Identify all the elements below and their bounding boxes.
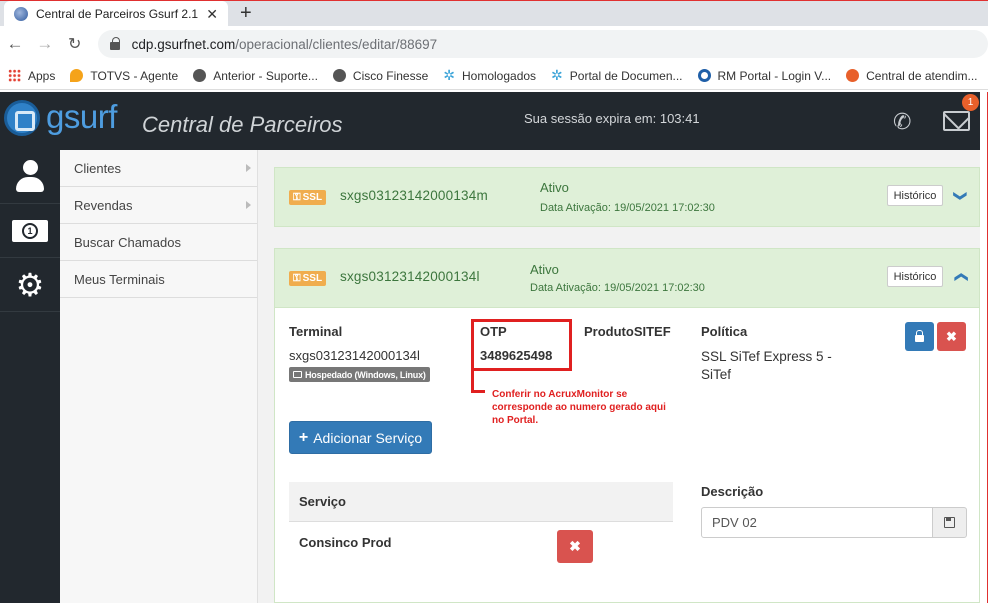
save-description-button[interactable] <box>932 507 967 538</box>
bookmark-cisco-finesse[interactable]: Cisco Finesse <box>332 69 428 83</box>
sidebar-settings-button[interactable]: ⚙ <box>0 258 60 312</box>
notification-badge: 1 <box>962 94 979 111</box>
totvs-icon <box>70 69 84 82</box>
monitor-icon <box>293 371 302 378</box>
caret-right-icon <box>246 164 251 172</box>
bookmark-anterior-suporte[interactable]: Anterior - Suporte... <box>193 69 318 83</box>
terminal-label: Terminal <box>289 324 343 339</box>
add-service-button[interactable]: + Adicionar Serviço <box>289 421 432 454</box>
sparkle-icon: ✲ <box>551 67 563 83</box>
terminal-name: sxgs03123142000134m <box>340 188 488 203</box>
reload-icon[interactable]: ↻ <box>64 34 86 54</box>
chevron-up-icon[interactable]: ❯ <box>952 272 968 283</box>
plus-icon: + <box>298 428 309 446</box>
annotation-highlight-box <box>471 319 572 371</box>
user-icon <box>15 159 45 194</box>
politica-label: Política <box>701 324 748 339</box>
delete-terminal-button[interactable]: ✖ <box>937 322 966 351</box>
back-arrow-icon[interactable]: ← <box>4 34 26 54</box>
app-header: gsurf Central de Parceiros Sua sessão ex… <box>0 92 980 150</box>
key-icon: ⚿ <box>293 192 301 203</box>
browser-toolbar: ← → ↻ cdp.gsurfnet.com/operacional/clien… <box>0 26 988 62</box>
phone-icon[interactable]: ✆ <box>893 109 911 135</box>
bookmark-totvs[interactable]: TOTVS - Agente <box>70 69 178 83</box>
bookmark-rm-portal[interactable]: RM Portal - Login V... <box>697 69 831 83</box>
new-tab-button[interactable]: + <box>240 2 252 25</box>
forward-arrow-icon[interactable]: → <box>34 34 56 54</box>
terminal-panel-header[interactable]: ⚿ SSL sxgs03123142000134m Ativo Data Ativ… <box>274 167 980 227</box>
description-input[interactable] <box>701 507 933 538</box>
address-bar[interactable]: cdp.gsurfnet.com/operacional/clientes/ed… <box>97 30 988 58</box>
terminal-value: sxgs03123142000134l <box>289 348 420 363</box>
tab-close-icon[interactable]: ✕ <box>206 6 218 23</box>
sparkle-icon: ✲ <box>443 67 455 83</box>
rm-icon <box>697 69 711 82</box>
icon-sidebar: 1 ⚙ <box>0 150 60 603</box>
services-table: Serviço Consinco Prod ✖ <box>289 482 673 563</box>
bookmark-apps[interactable]: Apps <box>8 69 55 83</box>
ssl-badge: ⚿ SSL <box>289 271 327 286</box>
gsurf-logo-icon <box>4 100 40 136</box>
bookmarks-bar: Apps TOTVS - Agente Anterior - Suporte..… <box>0 62 988 90</box>
bookmark-central-atendimento[interactable]: Central de atendim... <box>846 69 978 83</box>
url-host: cdp.gsurfnet.com <box>131 36 236 52</box>
delete-service-button[interactable]: ✖ <box>557 530 593 563</box>
chevron-down-icon[interactable]: ❯ <box>952 191 968 202</box>
terminal-panel-header[interactable]: ⚿ SSL sxgs03123142000134l Ativo Data Ativ… <box>274 248 980 308</box>
key-icon: ⚿ <box>293 273 301 284</box>
submenu-item-meus-terminais[interactable]: Meus Terminais <box>60 261 257 298</box>
bookmark-homologados[interactable]: ✲ Homologados <box>443 67 536 84</box>
description-label: Descrição <box>701 484 764 499</box>
lock-button[interactable] <box>905 322 934 351</box>
logo-text: gsurf <box>46 98 117 135</box>
globe-icon <box>193 69 207 82</box>
browser-tab[interactable]: Central de Parceiros Gsurf 2.1 ✕ <box>4 1 228 27</box>
submenu: Clientes Revendas Buscar Chamados Meus T… <box>60 150 258 603</box>
caret-right-icon <box>246 201 251 209</box>
session-timer: Sua sessão expira em: 103:41 <box>524 111 700 126</box>
produto-sitef-label: ProdutoSITEF <box>584 324 671 339</box>
hosted-badge: Hospedado (Windows, Linux) <box>289 367 430 382</box>
submenu-item-clientes[interactable]: Clientes <box>60 150 257 187</box>
apps-grid-icon <box>8 69 21 82</box>
sidebar-finance-button[interactable]: 1 <box>0 204 60 258</box>
sidebar-user-button[interactable] <box>0 150 60 204</box>
lock-icon <box>109 37 120 50</box>
window-frame <box>980 92 988 603</box>
globe-icon <box>332 69 346 82</box>
lock-icon <box>915 329 924 342</box>
terminal-name: sxgs03123142000134l <box>340 269 480 284</box>
activation-date: Data Ativação: 19/05/2021 17:02:30 <box>530 282 705 294</box>
money-bill-icon: 1 <box>12 219 48 242</box>
annotation-note: Conferir no AcruxMonitor se corresponde … <box>492 389 666 426</box>
globe-favicon-icon <box>14 7 28 21</box>
browser-tabstrip: Central de Parceiros Gsurf 2.1 ✕ + <box>0 0 988 27</box>
activation-date: Data Ativação: 19/05/2021 17:02:30 <box>540 202 715 214</box>
tab-title: Central de Parceiros Gsurf 2.1 <box>36 7 199 21</box>
politica-value: SSL SiTef Express 5 - SiTef <box>701 349 832 382</box>
history-button[interactable]: Histórico <box>887 266 943 287</box>
bookmark-portal-documentos[interactable]: ✲ Portal de Documen... <box>551 67 682 84</box>
central-icon <box>846 69 860 82</box>
services-table-header: Serviço <box>289 482 673 522</box>
gears-icon: ⚙ <box>15 266 45 303</box>
submenu-item-revendas[interactable]: Revendas <box>60 187 257 224</box>
terminal-detail: Terminal sxgs03123142000134l Hospedado (… <box>274 308 980 603</box>
envelope-icon[interactable] <box>943 111 970 131</box>
terminal-status: Ativo <box>540 180 569 195</box>
app-title: Central de Parceiros <box>142 112 343 137</box>
url-path: /operacional/clientes/editar/88697 <box>235 36 438 52</box>
terminal-status: Ativo <box>530 262 559 277</box>
annotation-connector <box>471 390 485 393</box>
table-row: Consinco Prod ✖ <box>289 522 673 563</box>
ssl-badge: ⚿ SSL <box>289 190 327 205</box>
submenu-item-buscar-chamados[interactable]: Buscar Chamados <box>60 224 257 261</box>
history-button[interactable]: Histórico <box>887 185 943 206</box>
floppy-disk-icon <box>944 517 955 528</box>
main-content: ⚿ SSL sxgs03123142000134m Ativo Data Ativ… <box>258 150 980 603</box>
